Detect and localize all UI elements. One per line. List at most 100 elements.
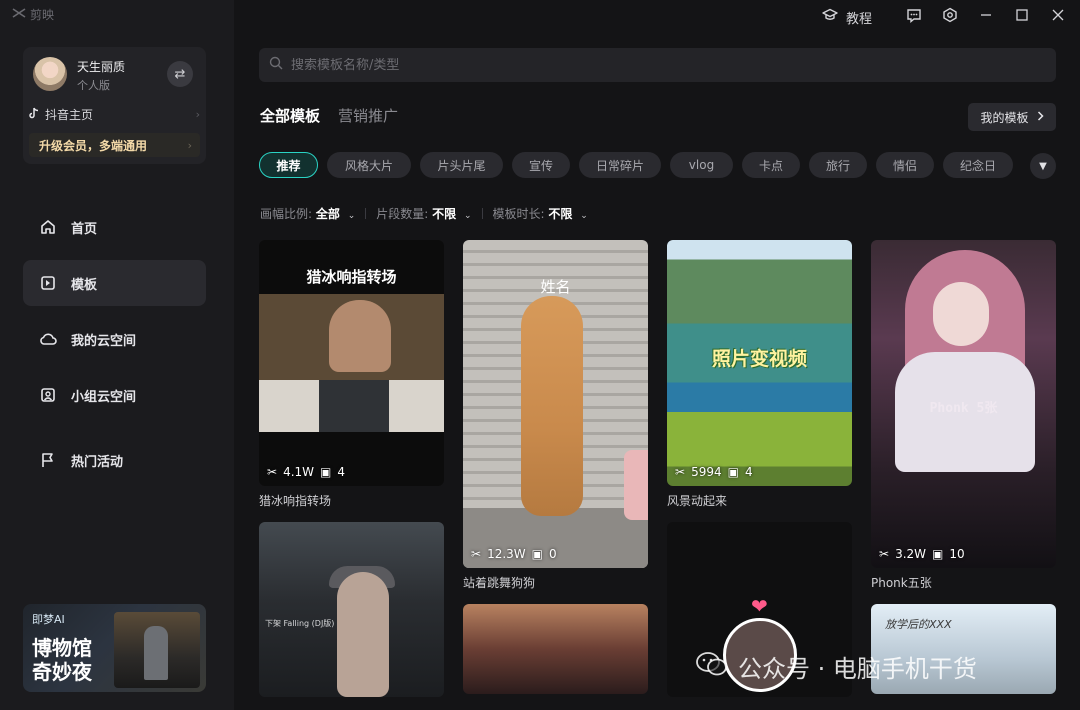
- tutorial-label: 教程: [845, 11, 872, 27]
- close-icon: [1052, 9, 1064, 25]
- wechat-icon: [696, 651, 728, 683]
- template-thumbnail[interactable]: Phonk 5张 ✂ 3.2W ▣ 10: [871, 240, 1056, 568]
- thumbnail-figure: [329, 300, 391, 372]
- filter-value: 不限: [548, 207, 573, 221]
- chip-couple[interactable]: 情侣: [876, 152, 934, 178]
- vip-label: 升级会员，多端通用: [39, 138, 148, 153]
- clip-count: 4: [744, 465, 753, 479]
- filter-label: 片段数量:: [376, 207, 429, 221]
- chip-recommended[interactable]: 推荐: [259, 152, 318, 178]
- chip-travel[interactable]: 旅行: [809, 152, 867, 178]
- nav-group-cloud[interactable]: 小组云空间: [23, 372, 206, 418]
- chip-vlog[interactable]: vlog: [670, 152, 733, 178]
- settings-button[interactable]: [932, 0, 968, 34]
- usage-count: 3.2W: [895, 547, 927, 561]
- tutorial-button[interactable]: 教程: [810, 0, 884, 34]
- close-button[interactable]: [1040, 0, 1076, 34]
- tab-all-templates[interactable]: 全部模板: [260, 105, 320, 130]
- template-thumbnail[interactable]: [463, 604, 648, 694]
- template-tabs: 全部模板 营销推广: [260, 105, 398, 130]
- template-card[interactable]: Phonk 5张 ✂ 3.2W ▣ 10 Phonk五张: [871, 240, 1056, 591]
- usage-count: 12.3W: [487, 547, 526, 561]
- upgrade-vip-button[interactable]: 升级会员，多端通用 ›: [29, 133, 200, 157]
- nav-label: 热门活动: [71, 454, 124, 470]
- chevron-down-icon: ⌄: [580, 211, 588, 221]
- nav-hot-events[interactable]: 热门活动: [23, 437, 206, 483]
- template-card[interactable]: 姓名 ✂ 12.3W ▣ 0 站着跳舞狗狗: [463, 240, 648, 591]
- maximize-icon: [1016, 9, 1028, 25]
- scissors-icon: ✂: [879, 547, 890, 561]
- my-templates-label: 我的模板: [980, 110, 1029, 125]
- template-thumbnail[interactable]: 姓名 ✂ 12.3W ▣ 0: [463, 240, 648, 568]
- template-stats: ✂ 4.1W ▣ 4: [267, 465, 345, 479]
- chip-anniversary[interactable]: 纪念日: [943, 152, 1013, 178]
- chip-promo[interactable]: 宣传: [512, 152, 570, 178]
- template-thumbnail[interactable]: 猎冰响指转场 ✂ 4.1W ▣ 4: [259, 240, 444, 486]
- template-thumbnail[interactable]: 下架 Falling (DJ版): [259, 522, 444, 697]
- chevron-right-icon: ›: [187, 138, 192, 152]
- nav-label: 我的云空间: [71, 333, 137, 349]
- clip-count: 10: [949, 547, 965, 561]
- nav-label: 小组云空间: [71, 389, 137, 405]
- user-name[interactable]: 天生丽质: [77, 58, 125, 75]
- chip-daily[interactable]: 日常碎片: [579, 152, 661, 178]
- clip-count: 4: [337, 465, 345, 479]
- template-stats: ✂ 12.3W ▣ 0: [471, 547, 557, 561]
- thumbnail-caption: 放学后的XXX: [885, 618, 952, 631]
- template-icon: [39, 274, 57, 292]
- filter-aspect-ratio[interactable]: 画幅比例: 全部 ⌄: [260, 205, 355, 222]
- template-title: 猎冰响指转场: [259, 494, 332, 508]
- settings-hex-icon: [942, 7, 958, 27]
- template-stats: ✂ 5994 ▣ 4: [675, 465, 753, 479]
- template-thumbnail[interactable]: 照片变视频 ✂ 5994 ▣ 4: [667, 240, 852, 486]
- my-templates-button[interactable]: 我的模板: [968, 103, 1056, 131]
- cloud-icon: [39, 330, 57, 348]
- search-input[interactable]: [291, 57, 991, 73]
- maximize-button[interactable]: [1004, 0, 1040, 34]
- scissors-icon: ✂: [267, 465, 278, 479]
- avatar[interactable]: [33, 57, 67, 91]
- tab-marketing[interactable]: 营销推广: [338, 105, 398, 130]
- filter-value: 全部: [315, 207, 340, 221]
- douyin-label: 抖音主页: [45, 107, 94, 122]
- nav-label: 首页: [71, 221, 98, 237]
- filter-clip-count[interactable]: 片段数量: 不限 ⌄: [376, 205, 471, 222]
- nav-my-cloud[interactable]: 我的云空间: [23, 316, 206, 362]
- title-bar: 教程: [810, 0, 1080, 34]
- thumbnail-caption: 下架 Falling (DJ版): [265, 619, 335, 628]
- filter-divider: [481, 208, 483, 219]
- template-card[interactable]: 猎冰响指转场 ✂ 4.1W ▣ 4 猎冰响指转场: [259, 240, 444, 509]
- promo-title-line1: 博物馆: [32, 636, 92, 660]
- filter-bar: 画幅比例: 全部 ⌄ 片段数量: 不限 ⌄ 模板时长: 不限 ⌄: [260, 205, 588, 222]
- home-icon: [39, 218, 57, 236]
- usage-count: 5994: [691, 465, 722, 479]
- clip-icon: ▣: [320, 465, 332, 479]
- clip-icon: ▣: [727, 465, 739, 479]
- chip-beat[interactable]: 卡点: [742, 152, 800, 178]
- minimize-button[interactable]: [968, 0, 1004, 34]
- nav-home[interactable]: 首页: [23, 204, 206, 250]
- chevron-down-icon: ⌄: [347, 211, 356, 221]
- filter-label: 画幅比例:: [260, 207, 313, 221]
- graduation-cap-icon: [822, 8, 838, 26]
- template-stats: ✂ 3.2W ▣ 10: [879, 547, 965, 561]
- template-card[interactable]: 照片变视频 ✂ 5994 ▣ 4 风景动起来: [667, 240, 852, 509]
- template-card[interactable]: [463, 604, 648, 694]
- douyin-home-link[interactable]: 抖音主页 ›: [29, 104, 200, 124]
- app-brand: 剪映: [12, 6, 54, 23]
- nav-templates[interactable]: 模板: [23, 260, 206, 306]
- template-card[interactable]: 下架 Falling (DJ版): [259, 522, 444, 697]
- thumbnail-caption: 照片变视频: [711, 348, 807, 370]
- template-title: Phonk五张: [871, 576, 932, 590]
- heart-icon: ❤: [751, 594, 768, 618]
- chip-intro-outro[interactable]: 片头片尾: [420, 152, 503, 178]
- chip-style[interactable]: 风格大片: [327, 152, 411, 178]
- promo-banner[interactable]: 即梦AI 博物馆 奇妙夜: [23, 604, 206, 692]
- filter-duration[interactable]: 模板时长: 不限 ⌄: [493, 205, 588, 222]
- watermark-text: 公众号 · 电脑手机干货: [738, 655, 977, 683]
- feedback-button[interactable]: [896, 0, 932, 34]
- more-categories-button[interactable]: ▼: [1030, 153, 1056, 179]
- switch-account-button[interactable]: ⇄: [167, 61, 193, 87]
- filter-label: 模板时长:: [492, 207, 545, 221]
- thumbnail-figure: [319, 380, 389, 432]
